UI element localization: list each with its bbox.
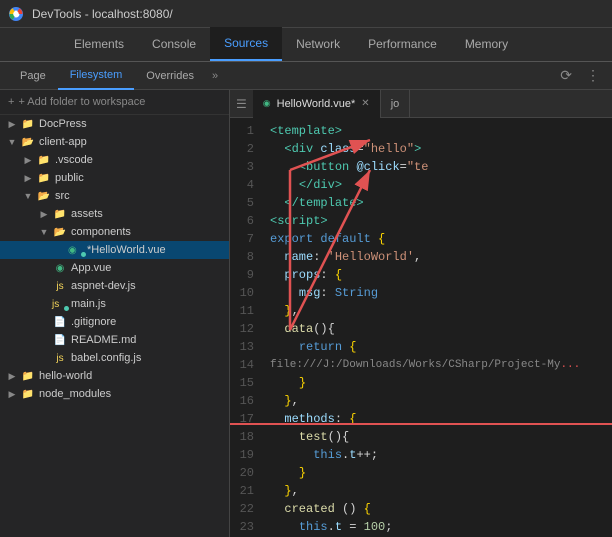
code-line: file:///J:/Downloads/Works/CSharp/Projec…	[262, 356, 612, 374]
code-content: <template> <div class="hello"> <button @…	[262, 118, 612, 537]
tab-performance[interactable]: Performance	[354, 27, 451, 61]
tab-network[interactable]: Network	[282, 27, 354, 61]
tab-console[interactable]: Console	[138, 27, 210, 61]
editor-tabs: ☰ ◉ HelloWorld.vue* ✕ jo	[230, 90, 612, 118]
list-item[interactable]: ▶ 📁 hello-world	[0, 367, 229, 385]
editor-tab-jo[interactable]: jo	[381, 90, 411, 118]
code-line: methods: {	[262, 410, 612, 428]
code-line: <button @click="te	[262, 158, 612, 176]
list-item[interactable]: ▶ 📁 node_modules	[0, 385, 229, 403]
vue-file-icon: ◉	[68, 243, 84, 257]
list-item[interactable]: ▼ 📂 components	[0, 223, 229, 241]
chevron-right-icon: ▶	[4, 389, 20, 400]
code-line: test(){	[262, 428, 612, 446]
file-tree: ▶ 📁 DocPress ▼ 📂 client-app ▶ 📁 .vscode …	[0, 115, 229, 537]
chevron-right-icon: ▶	[4, 371, 20, 382]
list-item[interactable]: ▼ 📂 src	[0, 187, 229, 205]
folder-icon: 📁	[20, 369, 36, 383]
list-item[interactable]: ▶ 📁 public	[0, 169, 229, 187]
toggle-sidebar-icon[interactable]: ☰	[230, 97, 253, 111]
chevron-right-icon: ▶	[4, 119, 20, 130]
vue-file-icon: ◉	[52, 261, 68, 275]
code-line: <script>	[262, 212, 612, 230]
chevron-down-icon: ▼	[4, 137, 20, 147]
code-line: }	[262, 464, 612, 482]
add-icon: +	[8, 96, 14, 108]
sub-tabs: Page Filesystem Overrides » ⟳ ⋮	[0, 62, 612, 90]
code-line: </div>	[262, 176, 612, 194]
folder-icon: 📁	[36, 153, 52, 167]
code-line: <div class="hello">	[262, 140, 612, 158]
md-file-icon: 📄	[52, 333, 68, 347]
file-icon: 📄	[52, 315, 68, 329]
chevron-right-icon: ▶	[36, 209, 52, 220]
title-bar: DevTools - localhost:8080/	[0, 0, 612, 28]
code-line: name: 'HelloWorld',	[262, 248, 612, 266]
list-item[interactable]: js babel.config.js	[0, 349, 229, 367]
chrome-icon	[8, 6, 24, 22]
code-line: <template>	[262, 122, 612, 140]
list-item[interactable]: ◉ *HelloWorld.vue	[0, 241, 229, 259]
chevron-right-icon: ▶	[20, 173, 36, 184]
line-numbers: 1234 5678 9101112 13141516 17181920 2122…	[230, 118, 262, 537]
list-item[interactable]: 📄 README.md	[0, 331, 229, 349]
folder-icon: 📁	[36, 171, 52, 185]
js-file-icon-green: js	[52, 297, 68, 311]
js-file-icon: js	[52, 351, 68, 365]
tab-elements[interactable]: Elements	[60, 27, 138, 61]
folder-open-icon: 📂	[36, 189, 52, 203]
vue-icon: ◉	[263, 98, 271, 109]
list-item[interactable]: js main.js	[0, 295, 229, 313]
chevron-down-icon: ▼	[36, 227, 52, 237]
close-tab-icon[interactable]: ✕	[361, 98, 369, 109]
folder-icon: 📁	[52, 207, 68, 221]
list-item[interactable]: 📄 .gitignore	[0, 313, 229, 331]
code-line: msg: String	[262, 284, 612, 302]
code-line: </template>	[262, 194, 612, 212]
code-line: export default {	[262, 230, 612, 248]
folder-icon: 📁	[20, 117, 36, 131]
chevron-down-icon: ▼	[20, 191, 36, 201]
code-line: props: {	[262, 266, 612, 284]
list-item[interactable]: ▶ 📁 DocPress	[0, 115, 229, 133]
more-options-icon[interactable]: ⋮	[582, 65, 604, 86]
code-line: },	[262, 482, 612, 500]
code-line: return {	[262, 338, 612, 356]
list-item[interactable]: ◉ App.vue	[0, 259, 229, 277]
code-line: this.t++;	[262, 446, 612, 464]
list-item[interactable]: ▼ 📂 client-app	[0, 133, 229, 151]
code-panel: ☰ ◉ HelloWorld.vue* ✕ jo 1234 5678 91011…	[230, 90, 612, 537]
code-line: this.t = 100;	[262, 518, 612, 536]
list-item[interactable]: ▶ 📁 assets	[0, 205, 229, 223]
editor-tab-helloworldvue[interactable]: ◉ HelloWorld.vue* ✕	[253, 90, 381, 118]
folder-open-icon: 📂	[52, 225, 68, 239]
content-area: + + Add folder to workspace ▶ 📁 DocPress…	[0, 90, 612, 537]
folder-icon: 📁	[20, 387, 36, 401]
title-bar-text: DevTools - localhost:8080/	[32, 7, 173, 21]
file-panel: + + Add folder to workspace ▶ 📁 DocPress…	[0, 90, 230, 537]
code-line: },	[262, 302, 612, 320]
folder-open-icon: 📂	[20, 135, 36, 149]
subtab-filesystem[interactable]: Filesystem	[58, 62, 135, 90]
sync-icon[interactable]: ⟳	[556, 65, 576, 86]
code-editor[interactable]: 1234 5678 9101112 13141516 17181920 2122…	[230, 118, 612, 537]
tab-sources[interactable]: Sources	[210, 27, 282, 61]
code-line: data(){	[262, 320, 612, 338]
subtab-page[interactable]: Page	[8, 62, 58, 90]
sub-tabs-actions: ⟳ ⋮	[556, 65, 604, 86]
more-tabs-icon[interactable]: »	[206, 70, 224, 82]
subtab-overrides[interactable]: Overrides	[134, 62, 206, 90]
chevron-right-icon: ▶	[20, 155, 36, 166]
list-item[interactable]: ▶ 📁 .vscode	[0, 151, 229, 169]
tab-memory[interactable]: Memory	[451, 27, 522, 61]
code-line: created () {	[262, 500, 612, 518]
js-file-icon: js	[52, 279, 68, 293]
code-line: },	[262, 392, 612, 410]
main-tabs: Elements Console Sources Network Perform…	[0, 28, 612, 62]
add-folder-button[interactable]: + + Add folder to workspace	[0, 90, 229, 115]
list-item[interactable]: js aspnet-dev.js	[0, 277, 229, 295]
code-line: }	[262, 374, 612, 392]
